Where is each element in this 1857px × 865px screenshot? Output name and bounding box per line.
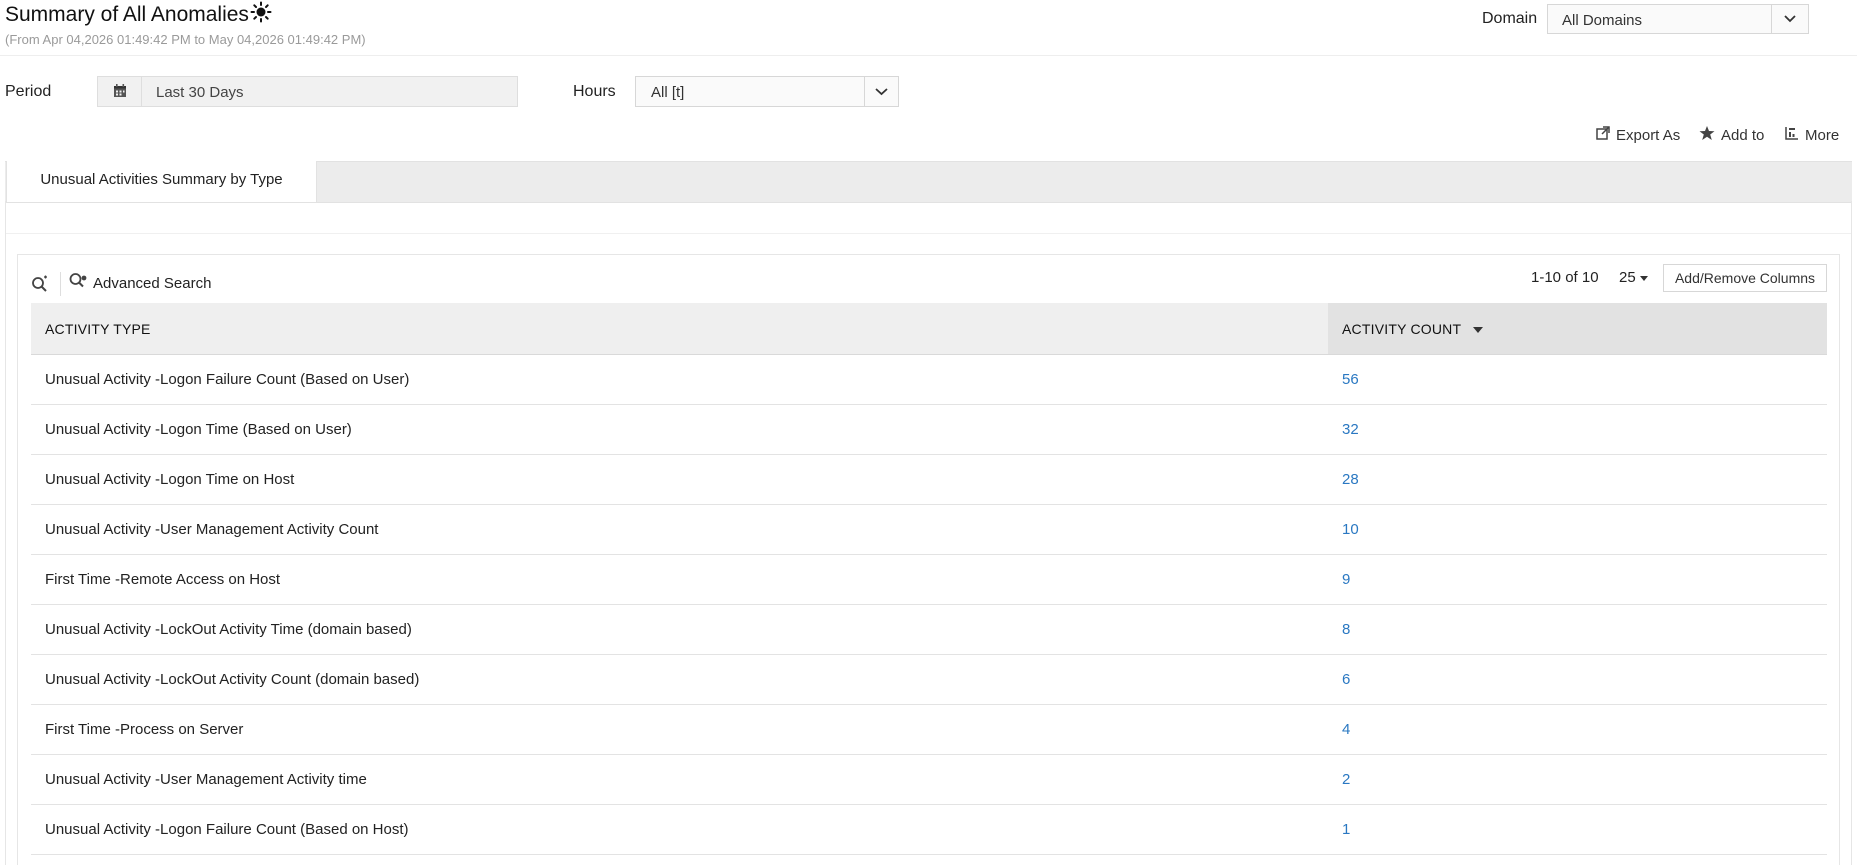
header-divider — [0, 55, 1857, 56]
period-label: Period — [5, 83, 52, 100]
chevron-down-icon[interactable] — [1771, 5, 1808, 33]
add-to-button[interactable]: Add to — [1699, 124, 1764, 146]
table-row: First Time -Process on Server 4 — [31, 704, 1827, 755]
table-row: Unusual Activity -Logon Time on Host 28 — [31, 454, 1827, 505]
chevron-down-icon[interactable] — [864, 77, 898, 106]
domain-select[interactable]: All Domains — [1547, 4, 1809, 34]
advanced-search-button[interactable]: Advanced Search — [68, 272, 211, 294]
activity-count-link[interactable]: 56 — [1328, 354, 1827, 405]
column-header-label: ACTIVITY COUNT — [1342, 320, 1462, 337]
activity-type-cell: Unusual Activity -Logon Time (Based on U… — [31, 404, 1328, 455]
activity-count-link[interactable]: 4 — [1328, 704, 1827, 755]
period-value: Last 30 Days — [156, 84, 244, 101]
activity-type-cell: Unusual Activity -Logon Failure Count (B… — [31, 354, 1328, 405]
export-as-button[interactable]: Export As — [1596, 124, 1680, 146]
activity-count-link[interactable]: 8 — [1328, 604, 1827, 655]
activity-type-cell: Unusual Activity -Logon Time on Host — [31, 454, 1328, 505]
table-row: First Time -Remote Access on Host 9 — [31, 554, 1827, 605]
activity-type-cell: Unusual Activity -Logon Failure Count (B… — [31, 804, 1328, 855]
table-header-row: ACTIVITY TYPE ACTIVITY COUNT — [31, 303, 1827, 355]
activity-type-cell: First Time -Remote Access on Host — [31, 554, 1328, 605]
sort-descending-icon — [1473, 326, 1484, 333]
activity-type-cell: Unusual Activity -LockOut Activity Time … — [31, 604, 1328, 655]
table-row: Unusual Activity -LockOut Activity Time … — [31, 604, 1827, 655]
page-size-select[interactable]: 25 — [1619, 269, 1648, 286]
activity-count-link[interactable]: 28 — [1328, 454, 1827, 505]
table-row: Unusual Activity -Logon Time (Based on U… — [31, 404, 1827, 455]
export-icon — [1596, 126, 1616, 144]
date-range-subtitle: (From Apr 04,2026 01:49:42 PM to May 04,… — [5, 32, 366, 47]
activity-type-cell: Unusual Activity -LockOut Activity Count… — [31, 654, 1328, 705]
activity-type-cell: First Time -Process on Server — [31, 704, 1328, 755]
column-header-activity-type[interactable]: ACTIVITY TYPE — [31, 303, 1328, 355]
activity-count-link[interactable]: 2 — [1328, 754, 1827, 805]
export-as-label: Export As — [1616, 126, 1681, 144]
more-label: More — [1805, 126, 1840, 144]
column-header-label: ACTIVITY TYPE — [45, 320, 151, 337]
activity-count-link[interactable]: 1 — [1328, 804, 1827, 855]
hours-value: All [t] — [651, 84, 685, 101]
add-remove-columns-button[interactable]: Add/Remove Columns — [1663, 264, 1827, 292]
calendar-icon[interactable] — [98, 77, 142, 106]
advanced-search-label: Advanced Search — [93, 274, 212, 292]
hours-select[interactable]: All [t] — [635, 76, 899, 107]
activity-count-link[interactable]: 32 — [1328, 404, 1827, 455]
domain-value: All Domains — [1562, 12, 1643, 29]
activity-count-link[interactable]: 6 — [1328, 654, 1827, 705]
table-row: Unusual Activity -User Management Activi… — [31, 504, 1827, 555]
period-picker[interactable]: Last 30 Days — [97, 76, 518, 107]
activity-count-link[interactable]: 9 — [1328, 554, 1827, 605]
star-icon — [1699, 125, 1721, 145]
page-title: Summary of All Anomalies — [5, 3, 249, 26]
content-divider — [6, 233, 1851, 234]
add-to-label: Add to — [1721, 126, 1765, 144]
table-row: Unusual Activity -Logon Failure Count (B… — [31, 354, 1827, 405]
table-row: Unusual Activity -User Management Activi… — [31, 754, 1827, 805]
search-icon[interactable] — [30, 272, 61, 296]
domain-label: Domain — [1482, 10, 1538, 27]
activity-type-cell: Unusual Activity -User Management Activi… — [31, 504, 1328, 555]
tab-unusual-activities-summary[interactable]: Unusual Activities Summary by Type — [6, 161, 317, 202]
hours-label: Hours — [573, 83, 616, 100]
caret-down-icon — [1639, 275, 1648, 281]
advanced-search-icon — [68, 271, 93, 295]
pagination-info: 1-10 of 10 — [1531, 269, 1599, 286]
more-button[interactable]: More — [1785, 124, 1839, 146]
activity-count-link[interactable]: 10 — [1328, 504, 1827, 555]
table-row: Unusual Activity -LockOut Activity Count… — [31, 654, 1827, 705]
sun-icon[interactable] — [250, 1, 272, 23]
column-header-activity-count[interactable]: ACTIVITY COUNT — [1328, 303, 1827, 355]
page-size-value: 25 — [1619, 269, 1636, 286]
more-icon — [1785, 126, 1805, 144]
table-row: Unusual Activity -Logon Failure Count (B… — [31, 804, 1827, 855]
activity-type-cell: Unusual Activity -User Management Activi… — [31, 754, 1328, 805]
activity-table: ACTIVITY TYPE ACTIVITY COUNT Unusual Act… — [31, 303, 1827, 855]
